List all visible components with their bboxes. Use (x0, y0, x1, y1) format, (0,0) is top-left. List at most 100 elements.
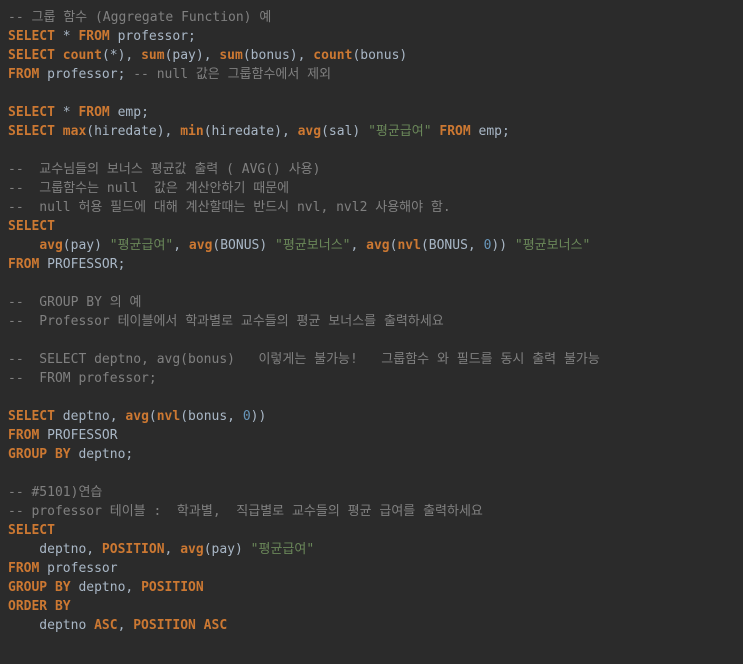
token-string: "평균급여" (251, 542, 315, 557)
code-line: avg(pay) "평균급여", avg(BONUS) "평균보너스", avg… (8, 236, 735, 255)
token-paren: ( (149, 409, 157, 424)
code-line: -- SELECT deptno, avg(bonus) 이렇게는 불가능! 그… (8, 350, 735, 369)
token-keyword: ORDER BY (8, 599, 71, 614)
token-keyword: POSITION (141, 580, 204, 595)
token-keyword: FROM (8, 561, 39, 576)
token-keyword: ASC (94, 618, 117, 633)
token-ident: emp; (110, 105, 149, 120)
token-comment: -- SELECT deptno, avg(bonus) 이렇게는 불가능! 그… (8, 352, 600, 367)
code-editor[interactable]: -- 그룹 함수 (Aggregate Function) 예 SELECT * … (8, 8, 735, 635)
token-keyword: count (313, 48, 352, 63)
token-comment: -- 그룹 함수 (Aggregate Function) 예 (8, 10, 271, 25)
token-paren: (pay) (204, 542, 251, 557)
token-paren: )) (251, 409, 267, 424)
token-paren: )) (491, 238, 514, 253)
code-line: SELECT (8, 521, 735, 540)
token-keyword: FROM (8, 67, 39, 82)
token-string: "평균보너스" (275, 238, 350, 253)
token-keyword: avg (39, 238, 62, 253)
code-line: FROM PROFESSOR (8, 426, 735, 445)
token-num: 0 (243, 409, 251, 424)
token-ident (8, 238, 39, 253)
code-line: FROM professor; -- null 값은 그룹함수에서 제외 (8, 65, 735, 84)
token-keyword: FROM (78, 29, 109, 44)
token-keyword: SELECT (8, 219, 55, 234)
token-ident (55, 124, 63, 139)
code-line: -- Professor 테이블에서 학과별로 교수들의 평균 보너스를 출력하… (8, 312, 735, 331)
token-comment: -- #5101)연습 (8, 485, 102, 500)
token-paren: (pay) (63, 238, 110, 253)
token-ident: professor; (39, 67, 133, 82)
token-paren: (*), (102, 48, 141, 63)
token-ident: deptno; (71, 447, 134, 462)
token-keyword: POSITION (102, 542, 165, 557)
code-line (8, 141, 735, 160)
token-ident: , (165, 542, 181, 557)
token-comment: -- FROM professor; (8, 371, 157, 386)
token-paren: (BONUS) (212, 238, 275, 253)
token-keyword: max (63, 124, 86, 139)
token-keyword: count (63, 48, 102, 63)
token-string: "평균보너스" (515, 238, 590, 253)
token-ident: , (118, 618, 134, 633)
token-keyword: SELECT (8, 124, 55, 139)
token-keyword: SELECT (8, 105, 55, 120)
code-line (8, 84, 735, 103)
code-line: FROM professor (8, 559, 735, 578)
code-line: SELECT count(*), sum(pay), sum(bonus), c… (8, 46, 735, 65)
code-line (8, 464, 735, 483)
token-keyword: nvl (397, 238, 420, 253)
token-keyword: GROUP BY (8, 447, 71, 462)
token-ident (55, 48, 63, 63)
token-paren: (BONUS, (421, 238, 484, 253)
token-keyword: sum (219, 48, 242, 63)
token-keyword: sum (141, 48, 164, 63)
token-ident: * (55, 29, 78, 44)
token-paren: (sal) (321, 124, 368, 139)
token-ident: PROFESSOR (39, 428, 117, 443)
token-keyword: SELECT (8, 409, 55, 424)
code-line: SELECT * FROM professor; (8, 27, 735, 46)
token-keyword: FROM (78, 105, 109, 120)
token-ident: deptno, (71, 580, 141, 595)
token-keyword: FROM (439, 124, 470, 139)
token-keyword: avg (366, 238, 389, 253)
code-line: -- FROM professor; (8, 369, 735, 388)
token-comment: -- professor 테이블 : 학과별, 직급별로 교수들의 평균 급여를… (8, 504, 483, 519)
code-line: ORDER BY (8, 597, 735, 616)
code-line: SELECT max(hiredate), min(hiredate), avg… (8, 122, 735, 141)
token-comment: -- null 허용 필드에 대해 계산할때는 반드시 nvl, nvl2 사용… (8, 200, 451, 215)
code-line: deptno, POSITION, avg(pay) "평균급여" (8, 540, 735, 559)
token-keyword: GROUP BY (8, 580, 71, 595)
code-line: SELECT * FROM emp; (8, 103, 735, 122)
code-line: SELECT deptno, avg(nvl(bonus, 0)) (8, 407, 735, 426)
token-keyword: min (180, 124, 203, 139)
token-keyword: FROM (8, 257, 39, 272)
token-ident: deptno, (8, 542, 102, 557)
code-line (8, 274, 735, 293)
token-paren: , (173, 238, 189, 253)
code-line: GROUP BY deptno; (8, 445, 735, 464)
token-paren: , (351, 238, 367, 253)
token-comment: -- 그룹함수는 null 값은 계산안하기 때문에 (8, 181, 289, 196)
token-keyword: FROM (8, 428, 39, 443)
token-keyword: avg (189, 238, 212, 253)
token-comment: -- GROUP BY 의 예 (8, 295, 142, 310)
code-line: FROM PROFESSOR; (8, 255, 735, 274)
token-paren: (bonus) (352, 48, 407, 63)
token-ident: professor; (110, 29, 196, 44)
code-line: -- 그룹함수는 null 값은 계산안하기 때문에 (8, 179, 735, 198)
token-paren: (bonus, (180, 409, 243, 424)
token-keyword: POSITION ASC (133, 618, 227, 633)
token-paren: (hiredate), (204, 124, 298, 139)
token-paren: (pay), (165, 48, 220, 63)
code-line: SELECT (8, 217, 735, 236)
token-ident: professor (39, 561, 117, 576)
code-line (8, 388, 735, 407)
token-keyword: avg (298, 124, 321, 139)
code-line (8, 331, 735, 350)
token-keyword: SELECT (8, 523, 55, 538)
token-keyword: nvl (157, 409, 180, 424)
token-string: "평균급여" (368, 124, 432, 139)
code-line: -- null 허용 필드에 대해 계산할때는 반드시 nvl, nvl2 사용… (8, 198, 735, 217)
